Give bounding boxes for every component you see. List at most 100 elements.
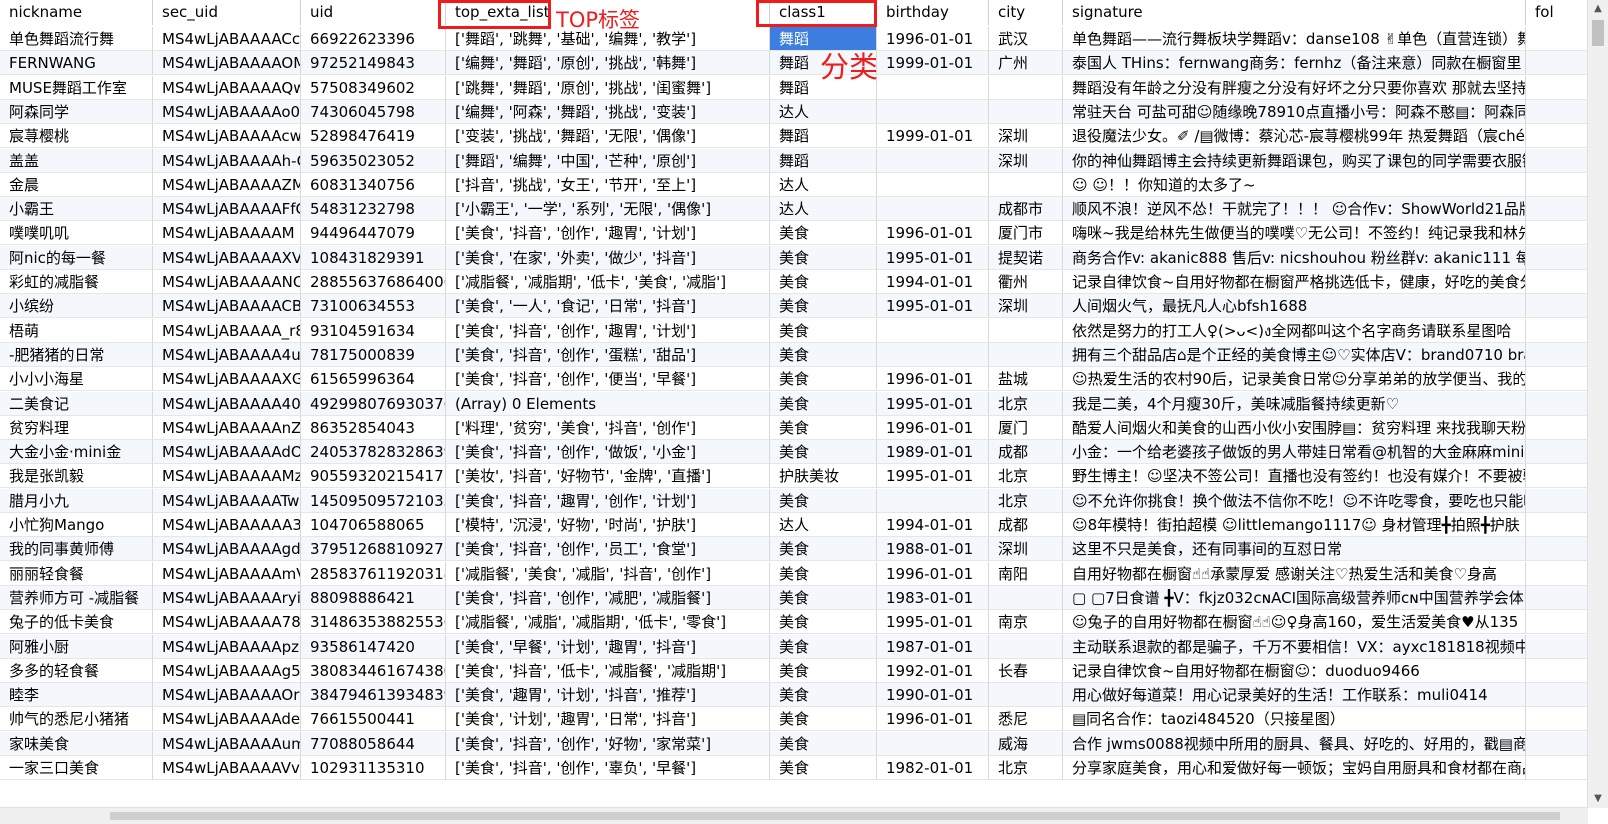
- cell-class1[interactable]: 美食: [770, 756, 877, 780]
- cell-top-exta-list[interactable]: ['美食', '抖音', '创作', '做饭', '小金']: [446, 440, 770, 465]
- cell-birthday[interactable]: 1996-01-01: [877, 27, 989, 51]
- table-row[interactable]: 家味美食 MS4wLjABAAAAum 77088058644 ['美食', '抖音'…: [0, 731, 1588, 756]
- cell-class1[interactable]: 美食: [770, 221, 877, 246]
- cell-top-exta-list[interactable]: ['美食', '早餐', '计划', '趣胃', '抖音']: [446, 634, 770, 659]
- cell-birthday[interactable]: 1996-01-01: [877, 561, 989, 586]
- cell-uid[interactable]: 905593202154171: [301, 464, 446, 489]
- cell-signature[interactable]: 人间烟火气，最抚凡人心bfsh1688: [1063, 294, 1526, 319]
- cell-birthday[interactable]: [877, 197, 989, 222]
- table-row[interactable]: 小缤纷 MS4wLjABAAAACBF 73100634553 ['美食', '一人'…: [0, 294, 1588, 319]
- cell-city[interactable]: 深圳: [989, 294, 1063, 319]
- cell-sec-uid[interactable]: MS4wLjABAAAACBF: [153, 294, 301, 319]
- cell-class1[interactable]: 美食: [770, 270, 877, 294]
- cell-nickname[interactable]: 营养师方可 -减脂餐: [0, 585, 153, 610]
- cell-nickname[interactable]: 帅气的悉尼小猪猪: [0, 707, 153, 732]
- scroll-down-icon[interactable]: ▼: [1588, 790, 1608, 808]
- horizontal-scroll-thumb[interactable]: [110, 812, 1560, 820]
- table-row[interactable]: 小小小海星 MS4wLjABAAAAXGc 61565996364 ['美食', '抖…: [0, 367, 1588, 392]
- cell-nickname[interactable]: 小缤纷: [0, 294, 153, 319]
- cell-fol[interactable]: [1526, 756, 1588, 780]
- cell-fol[interactable]: [1526, 99, 1588, 124]
- cell-sec-uid[interactable]: MS4wLjABAAAAOr: [153, 683, 301, 708]
- cell-sec-uid[interactable]: MS4wLjABAAAAgd4: [153, 537, 301, 562]
- cell-fol[interactable]: [1526, 537, 1588, 562]
- cell-signature[interactable]: 我是二美，4个月瘦30斤，美味减脂餐持续更新♡: [1063, 391, 1526, 416]
- cell-city[interactable]: 厦门: [989, 415, 1063, 440]
- cell-sec-uid[interactable]: MS4wLjABAAAAg5D: [153, 658, 301, 683]
- cell-fol[interactable]: [1526, 561, 1588, 586]
- cell-birthday[interactable]: [877, 731, 989, 756]
- cell-top-exta-list[interactable]: ['美食', '抖音', '低卡', '减脂餐', '减脂期']: [446, 658, 770, 683]
- cell-nickname[interactable]: 小小小海星: [0, 367, 153, 392]
- cell-class1[interactable]: 美食: [770, 731, 877, 756]
- cell-sec-uid[interactable]: MS4wLjABAAAAum: [153, 731, 301, 756]
- cell-signature[interactable]: 泰国人 THins：fernwang商务：fernhz（备注来意）同款在橱窗里 …: [1063, 51, 1526, 76]
- cell-sec-uid[interactable]: MS4wLjABAAAAo00: [153, 99, 301, 124]
- cell-sec-uid[interactable]: MS4wLjABAAAAryiM: [153, 585, 301, 610]
- cell-signature[interactable]: ☺不允许你挑食！换个做法不信你不吃！☺不许吃零食，要吃也只能吃: [1063, 488, 1526, 513]
- cell-signature[interactable]: 舞蹈没有年龄之分没有胖瘦之分没有好坏之分只要你喜欢 那就去坚持vx: [1063, 75, 1526, 100]
- cell-signature[interactable]: 自用好物都在橱窗☝☝承蒙厚爱 感谢关注♡热爱生活和美食♡身高: [1063, 561, 1526, 586]
- cell-fol[interactable]: [1526, 27, 1588, 51]
- cell-signature[interactable]: 主动联系退款的都是骗子，千万不要相信！VX：ayxc181818视频中自用: [1063, 634, 1526, 659]
- cell-uid[interactable]: 93586147420: [301, 634, 446, 659]
- cell-city[interactable]: 南京: [989, 610, 1063, 635]
- cell-class1[interactable]: 达人: [770, 172, 877, 197]
- cell-top-exta-list[interactable]: ['抖音', '挑战', '女王', '节开', '至上']: [446, 172, 770, 197]
- cell-fol[interactable]: [1526, 148, 1588, 173]
- cell-fol[interactable]: [1526, 634, 1588, 659]
- cell-fol[interactable]: [1526, 683, 1588, 708]
- cell-sec-uid[interactable]: MS4wLjABAAAAcwc: [153, 124, 301, 149]
- cell-birthday[interactable]: [877, 318, 989, 343]
- cell-nickname[interactable]: 彩虹的减脂餐: [0, 270, 153, 294]
- cell-sec-uid[interactable]: MS4wLjABAAAACcC: [153, 27, 301, 51]
- table-row[interactable]: 金晨 MS4wLjABAAAAZM 60831340756 ['抖音', '挑战', …: [0, 172, 1588, 197]
- cell-top-exta-list[interactable]: ['美食', '抖音', '创作', '减肥', '减脂餐']: [446, 585, 770, 610]
- cell-signature[interactable]: ☺ ☺！！你知道的太多了~: [1063, 172, 1526, 197]
- cell-city[interactable]: 深圳: [989, 537, 1063, 562]
- cell-signature[interactable]: 退役魔法少女。✐ /▤微博：蔡沁芯-宸荨樱桃99年 热爱舞蹈（宸chén: [1063, 124, 1526, 149]
- cell-city[interactable]: 北京: [989, 464, 1063, 489]
- cell-nickname[interactable]: 贫穷料理: [0, 415, 153, 440]
- cell-nickname[interactable]: 阿雅小厨: [0, 634, 153, 659]
- cell-signature[interactable]: 常驻天台 可盐可甜☺随缘晚78910点直播小号：阿森不憨▤：阿森同学: [1063, 99, 1526, 124]
- cell-nickname[interactable]: -肥猪猪的日常: [0, 342, 153, 367]
- cell-sec-uid[interactable]: MS4wLjABAAAAMzq: [153, 464, 301, 489]
- cell-top-exta-list[interactable]: (Array) 0 Elements: [446, 391, 770, 416]
- table-row[interactable]: 大金小金·mini金MS4wLjABAAAAdOe240537828328639…: [0, 440, 1588, 465]
- cell-sec-uid[interactable]: MS4wLjABAAAAmVl: [153, 561, 301, 586]
- cell-nickname[interactable]: 盖盖: [0, 148, 153, 173]
- table-row[interactable]: 小忙狗Mango MS4wLjABAAAAA3l 104706588065 ['模特'…: [0, 513, 1588, 537]
- cell-birthday[interactable]: 1995-01-01: [877, 610, 989, 635]
- table-row[interactable]: 阿nic的每一餐 MS4wLjABAAAAXVt 108431829391 ['美食'…: [0, 245, 1588, 270]
- cell-class1[interactable]: 美食: [770, 707, 877, 732]
- cell-top-exta-list[interactable]: ['美食', '抖音', '创作', '趣胃', '计划']: [446, 318, 770, 343]
- cell-fol[interactable]: [1526, 391, 1588, 416]
- cell-sec-uid[interactable]: MS4wLjABAAAApzlF: [153, 634, 301, 659]
- cell-class1[interactable]: 舞蹈: [770, 124, 877, 149]
- cell-uid[interactable]: 104706588065: [301, 513, 446, 537]
- cell-top-exta-list[interactable]: ['美食', '抖音', '创作', '蛋糕', '甜品']: [446, 342, 770, 367]
- cell-top-exta-list[interactable]: ['减脂餐', '减脂', '减脂期', '低卡', '零食']: [446, 610, 770, 635]
- table-row[interactable]: 帅气的悉尼小猪猪 MS4wLjABAAAAdey 76615500441 ['美食',…: [0, 707, 1588, 732]
- cell-nickname[interactable]: 大金小金·mini金: [0, 440, 153, 465]
- cell-nickname[interactable]: 家味美食: [0, 731, 153, 756]
- table-row[interactable]: MUSE舞蹈工作室 MS4wLjABAAAAQw 57508349602 ['跳舞',…: [0, 75, 1588, 100]
- data-grid[interactable]: nickname sec_uid uid top_exta_list class…: [0, 0, 1588, 808]
- cell-signature[interactable]: 拥有三个甜品店⌂是个正经的美食博主☺♡实体店V：brand0710 bra: [1063, 342, 1526, 367]
- cell-sec-uid[interactable]: MS4wLjABAAAA78C: [153, 610, 301, 635]
- column-header-nickname[interactable]: nickname: [0, 0, 153, 25]
- cell-city[interactable]: 广州: [989, 51, 1063, 76]
- cell-nickname[interactable]: 小忙狗Mango: [0, 513, 153, 537]
- cell-top-exta-list[interactable]: ['美食', '抖音', '趣胃', '创作', '计划']: [446, 488, 770, 513]
- cell-uid[interactable]: 73100634553: [301, 294, 446, 319]
- cell-top-exta-list[interactable]: ['美食', '计划', '趣胃', '日常', '抖音']: [446, 707, 770, 732]
- cell-city[interactable]: 成都: [989, 440, 1063, 465]
- cell-fol[interactable]: [1526, 367, 1588, 392]
- cell-fol[interactable]: [1526, 488, 1588, 513]
- table-row[interactable]: 腊月小九MS4wLjABAAAATw21450950957210334['美食'…: [0, 488, 1588, 513]
- cell-class1[interactable]: 美食: [770, 367, 877, 392]
- cell-top-exta-list[interactable]: ['小霸王', '一学', '系列', '无限', '偶像']: [446, 197, 770, 222]
- cell-sec-uid[interactable]: MS4wLjABAAAAFfCl: [153, 197, 301, 222]
- cell-birthday[interactable]: [877, 75, 989, 100]
